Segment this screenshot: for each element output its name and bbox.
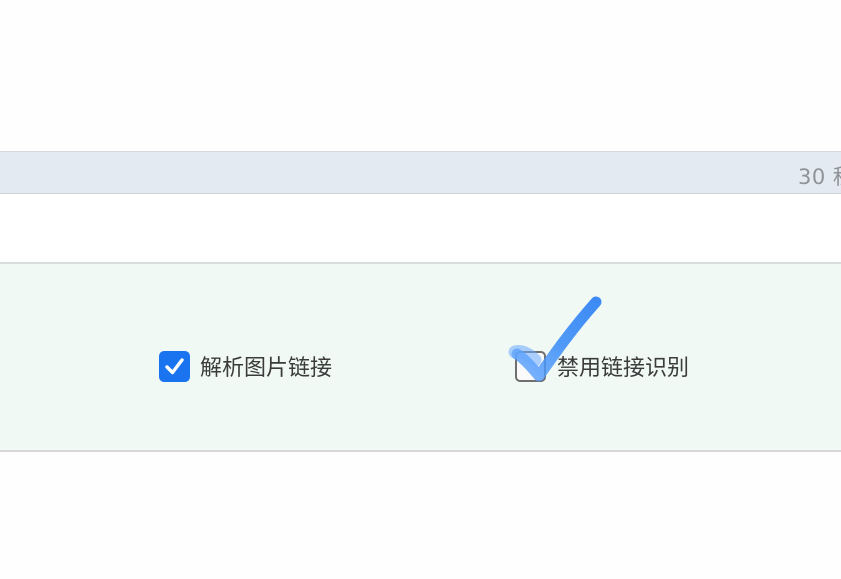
parse-image-links-label: 解析图片链接 bbox=[200, 356, 333, 381]
disable-link-detection-option[interactable]: 禁用链接识别 bbox=[515, 349, 689, 383]
bottom-blank-area bbox=[0, 452, 841, 579]
status-text: 30 秒 bbox=[798, 165, 841, 189]
disable-link-detection-checkbox[interactable] bbox=[515, 350, 546, 382]
parse-image-links-checkbox[interactable] bbox=[159, 350, 190, 382]
top-blank-area bbox=[0, 0, 841, 151]
disable-link-detection-label: 禁用链接识别 bbox=[557, 356, 690, 381]
info-bar: 30 秒 bbox=[0, 151, 841, 194]
white-band bbox=[0, 194, 841, 262]
options-panel: 解析图片链接 禁用链接识别 bbox=[0, 262, 841, 452]
parse-image-links-option[interactable]: 解析图片链接 bbox=[159, 349, 332, 383]
checkmark-icon bbox=[165, 357, 184, 374]
page: 30 秒 解析图片链接 禁用链接识别 bbox=[0, 0, 841, 579]
